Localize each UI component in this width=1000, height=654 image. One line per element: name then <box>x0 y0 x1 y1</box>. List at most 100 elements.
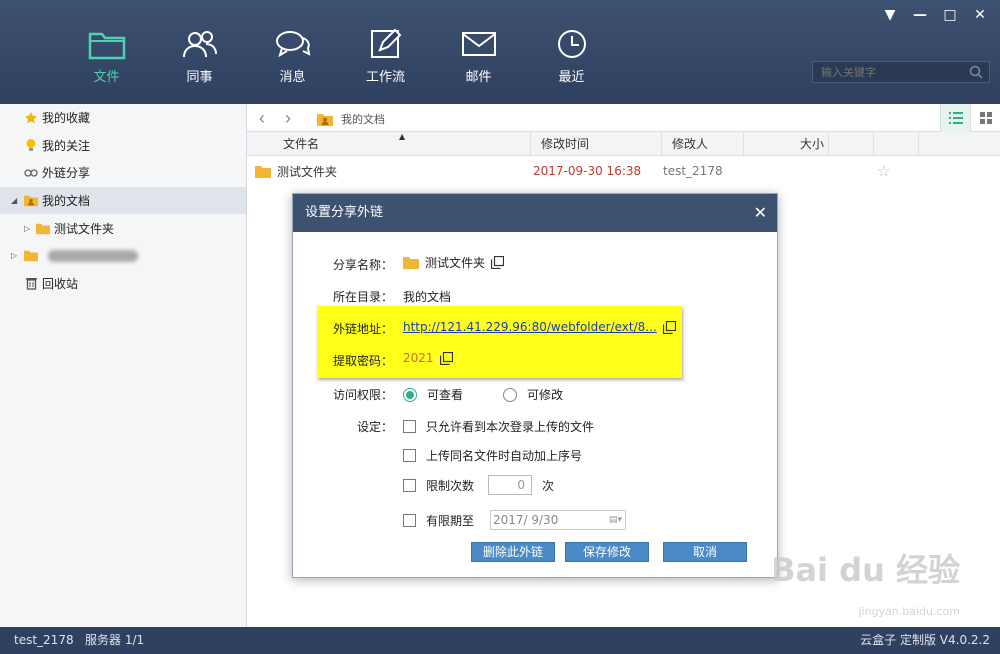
count-input[interactable]: 0 <box>488 475 533 495</box>
checkbox[interactable] <box>403 513 416 527</box>
share-link[interactable]: http://121.41.229.96:80/webfolder/ext/8.… <box>403 320 657 334</box>
nav-files[interactable]: 文件 <box>60 28 153 85</box>
sidebar-item-link-share[interactable]: 外链分享 <box>0 159 246 187</box>
col-name[interactable]: 文件名 ▲ <box>247 132 531 156</box>
maximize-icon[interactable]: □ <box>942 6 958 24</box>
share-link-dialog: 设置分享外链 ✕ 分享名称： 测试文件夹 所在目录： 我的文档 外链地址： ht… <box>292 193 778 578</box>
col-time[interactable]: 修改时间 <box>531 132 662 156</box>
col-modifier[interactable]: 修改人 <box>662 132 744 156</box>
col-size[interactable]: 大小 <box>744 132 829 156</box>
pw-value: 2021 <box>403 351 453 365</box>
mail-icon <box>461 32 496 56</box>
option-label: 上传同名文件时自动加上序号 <box>426 449 583 463</box>
nav-colleagues[interactable]: 同事 <box>153 28 246 85</box>
option-label: 只允许看到本次登录上传的文件 <box>426 420 595 434</box>
save-button[interactable]: 保存修改 <box>565 542 649 562</box>
collapsed-caret-icon[interactable]: ▷ <box>24 224 30 233</box>
sidebar-item-my-docs[interactable]: ◢ 我的文档 <box>0 186 246 215</box>
password: 2021 <box>403 351 434 365</box>
status-user: test_2178 服务器 1/1 <box>14 633 145 647</box>
nav-workflow[interactable]: 工作流 <box>339 28 432 85</box>
people-icon <box>182 31 217 58</box>
dir-value: 我的文档 <box>403 290 452 304</box>
bulb-icon <box>24 138 38 152</box>
sidebar-item-label: 外链分享 <box>42 166 91 181</box>
table-header: 文件名 ▲ 修改时间 修改人 大小 <box>247 132 1000 156</box>
option-own-uploads[interactable]: 只允许看到本次登录上传的文件 <box>403 418 594 435</box>
favorite-star-icon[interactable]: ☆ <box>877 162 890 180</box>
baidu-watermark-url: jingyan.baidu.com <box>858 605 960 618</box>
col-modifier-label: 修改人 <box>672 137 709 151</box>
collapsed-caret-icon[interactable]: ▷ <box>11 251 17 260</box>
trash-icon <box>24 276 38 291</box>
row-time: 2017-09-30 16:38 <box>533 164 642 178</box>
nav-mail-label: 邮件 <box>465 70 492 85</box>
search-icon[interactable] <box>969 65 983 79</box>
copy-icon[interactable] <box>439 351 453 365</box>
col-extra-2 <box>874 132 919 156</box>
radio-view-label: 可查看 <box>427 388 464 402</box>
radio-view[interactable] <box>403 387 417 402</box>
checkbox[interactable] <box>403 420 416 433</box>
nav-files-label: 文件 <box>93 70 120 85</box>
sidebar-item-label: 测试文件夹 <box>54 221 115 236</box>
date-picker[interactable]: 2017/ 9/30 ▤▾ <box>490 510 627 530</box>
col-name-label: 文件名 <box>283 137 320 151</box>
nav-messages[interactable]: 消息 <box>246 28 339 85</box>
option-expiry[interactable]: 有限期至 2017/ 9/30 ▤▾ <box>403 510 627 530</box>
list-view-icon[interactable] <box>940 104 970 132</box>
sidebar-item-hidden-folder[interactable]: ▷ <box>0 242 246 270</box>
sidebar-item-test-folder[interactable]: ▷ 测试文件夹 <box>0 214 246 242</box>
menu-dropdown-icon[interactable]: ▼ <box>882 6 898 24</box>
back-button[interactable]: ‹ <box>251 107 273 129</box>
expanded-caret-icon[interactable]: ◢ <box>11 196 17 205</box>
table-row[interactable]: 测试文件夹 2017-09-30 16:38 test_2178 ☆ <box>247 158 1000 184</box>
view-toggle <box>940 104 1000 132</box>
nav-mail[interactable]: 邮件 <box>432 28 525 85</box>
my-folder-icon <box>317 113 333 126</box>
grid-view-icon[interactable] <box>970 104 1000 132</box>
perm-options: 可查看 可修改 <box>403 386 563 403</box>
option-auto-number[interactable]: 上传同名文件时自动加上序号 <box>403 447 582 464</box>
perm-label: 访问权限： <box>332 388 393 402</box>
close-icon[interactable]: ✕ <box>972 6 988 24</box>
sidebar-item-recycle[interactable]: 回收站 <box>0 270 246 298</box>
copy-icon[interactable] <box>662 320 676 334</box>
delete-link-button[interactable]: 删除此外链 <box>471 542 555 562</box>
option-label: 限制次数 <box>426 478 475 493</box>
calendar-dropdown-icon[interactable]: ▤▾ <box>609 515 625 525</box>
breadcrumb-current[interactable]: 我的文档 <box>341 111 385 127</box>
blurred-folder-name <box>48 249 138 262</box>
nav-colleagues-label: 同事 <box>186 70 213 85</box>
forward-button[interactable]: › <box>277 107 299 129</box>
date-value: 2017/ 9/30 <box>493 513 559 527</box>
sidebar-item-favorites[interactable]: 我的收藏 <box>0 104 246 132</box>
minimize-icon[interactable]: — <box>912 6 928 24</box>
cancel-button[interactable]: 取消 <box>663 542 747 562</box>
copy-icon[interactable] <box>491 256 505 269</box>
checkbox[interactable] <box>403 449 416 462</box>
path-bar: ‹ › 我的文档 <box>247 104 1000 132</box>
my-folder-icon <box>24 194 38 208</box>
dialog-title-bar: 设置分享外链 ✕ <box>293 194 777 232</box>
dir-label: 所在目录： <box>332 290 393 304</box>
baidu-watermark: Bai du 经验 <box>771 551 960 589</box>
share-name-label: 分享名称： <box>332 258 393 272</box>
settings-label: 设定： <box>356 420 393 434</box>
star-icon <box>24 111 38 125</box>
sidebar-item-following[interactable]: 我的关注 <box>0 132 246 160</box>
search-input[interactable] <box>813 62 963 82</box>
dialog-close-icon[interactable]: ✕ <box>754 194 767 232</box>
folder-icon <box>36 221 50 235</box>
checkbox[interactable] <box>403 478 416 492</box>
folder-icon <box>88 32 125 60</box>
pw-label: 提取密码： <box>332 354 393 368</box>
status-version: 云盒子 定制版 V4.0.2.2 <box>860 633 990 647</box>
option-limit-count[interactable]: 限制次数 0 次 <box>403 475 554 495</box>
link-value: http://121.41.229.96:80/webfolder/ext/8.… <box>403 320 676 334</box>
chat-icon <box>275 31 310 58</box>
folder-icon <box>255 165 271 178</box>
row-modifier: test_2178 <box>663 164 723 178</box>
nav-recent[interactable]: 最近 <box>525 28 618 85</box>
radio-edit[interactable] <box>503 387 518 402</box>
